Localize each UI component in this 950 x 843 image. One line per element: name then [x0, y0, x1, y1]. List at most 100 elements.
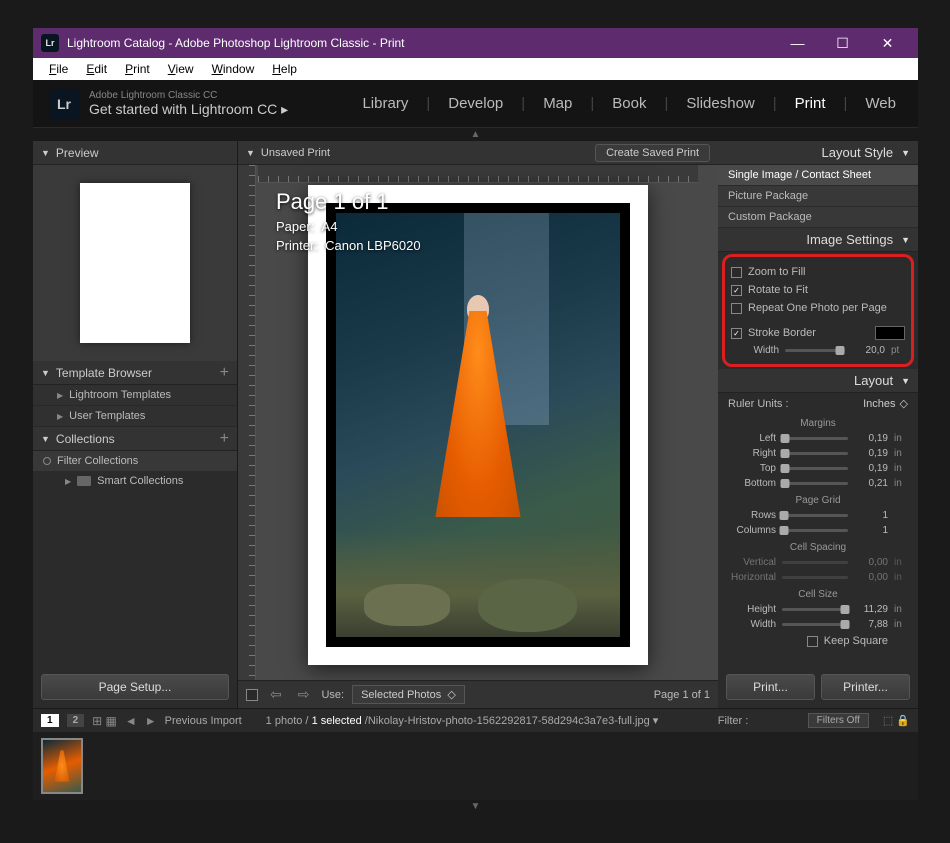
module-slideshow[interactable]: Slideshow: [680, 95, 760, 112]
right-panel: Layout Style▼ Single Image / Contact She…: [718, 141, 918, 708]
vertical-spacing-slider[interactable]: Vertical0,00in: [728, 555, 908, 570]
image-settings-header[interactable]: Image Settings▼: [718, 228, 918, 252]
layout-style-header[interactable]: Layout Style▼: [718, 141, 918, 165]
margin-left-slider[interactable]: Left0,19in: [728, 431, 908, 446]
print-page[interactable]: [308, 185, 648, 665]
layout-style-single[interactable]: Single Image / Contact Sheet: [718, 165, 918, 186]
printer-button[interactable]: Printer...: [821, 674, 910, 700]
app-icon: Lr: [41, 34, 59, 52]
rows-slider[interactable]: Rows1: [728, 508, 908, 523]
collapse-bottom-icon[interactable]: ▼: [33, 800, 918, 813]
checkbox-unchecked[interactable]: [731, 303, 742, 314]
search-icon: [43, 457, 51, 465]
stroke-width-slider[interactable]: Width 20,0 pt: [731, 343, 905, 358]
template-panel-header[interactable]: ▼ Template Browser +: [33, 361, 237, 385]
add-collection-icon[interactable]: +: [220, 430, 229, 448]
filmstrip-thumbnail[interactable]: [41, 738, 83, 794]
collections-panel-header[interactable]: ▼ Collections +: [33, 427, 237, 451]
checkbox-unchecked[interactable]: [731, 267, 742, 278]
checkbox-unchecked[interactable]: [807, 636, 818, 647]
filter-collections-input[interactable]: Filter Collections: [33, 451, 237, 471]
template-item-lightroom[interactable]: ▶Lightroom Templates: [33, 385, 237, 406]
print-canvas[interactable]: Page 1 of 1 Paper: A4 Printer: Canon LBP…: [238, 165, 718, 680]
print-button[interactable]: Print...: [726, 674, 815, 700]
prev-page-icon[interactable]: ⇦: [266, 686, 286, 703]
page-heading: Page 1 of 1: [276, 189, 421, 215]
preview-area: [33, 165, 237, 361]
layout-header[interactable]: Layout▼: [718, 369, 918, 393]
page-setup-button[interactable]: Page Setup...: [41, 674, 229, 700]
columns-slider[interactable]: Columns1: [728, 523, 908, 538]
menu-edit[interactable]: Edit: [78, 60, 115, 78]
filmstrip-source[interactable]: Previous Import: [165, 715, 242, 727]
smart-collections-item[interactable]: ▶ Smart Collections: [33, 471, 237, 491]
menu-window[interactable]: Window: [204, 60, 263, 78]
margin-bottom-slider[interactable]: Bottom0,21in: [728, 476, 908, 491]
close-button[interactable]: ✕: [865, 28, 910, 58]
module-web[interactable]: Web: [859, 95, 902, 112]
preview-page-thumbnail[interactable]: [80, 183, 190, 343]
menu-help[interactable]: Help: [264, 60, 305, 78]
layout-style-picture[interactable]: Picture Package: [718, 186, 918, 207]
ruler-units-select[interactable]: Inches ◇: [863, 397, 908, 410]
tagline[interactable]: Get started with Lightroom CC: [89, 101, 277, 117]
prev-icon[interactable]: ◄: [125, 714, 137, 728]
module-picker: Library| Develop| Map| Book| Slideshow| …: [356, 95, 902, 112]
grid-view-icon[interactable]: ⊞ ▦: [92, 714, 117, 728]
preview-panel-header[interactable]: ▼ Preview: [33, 141, 237, 165]
use-select[interactable]: Selected Photos ◇: [352, 685, 465, 704]
maximize-button[interactable]: ☐: [820, 28, 865, 58]
slider-thumb[interactable]: [836, 346, 845, 355]
keep-square-row[interactable]: Keep Square: [728, 632, 908, 650]
repeat-photo-row[interactable]: Repeat One Photo per Page: [731, 299, 905, 317]
stroke-border-row[interactable]: ✓Stroke Border: [731, 323, 905, 343]
horizontal-ruler: [258, 165, 698, 183]
rotate-to-fit-row[interactable]: ✓Rotate to Fit: [731, 281, 905, 299]
triangle-right-icon: ▶: [57, 391, 63, 400]
stroke-color-swatch[interactable]: [875, 326, 905, 340]
slider-track[interactable]: [785, 349, 845, 352]
monitor-1-badge[interactable]: 1: [41, 714, 59, 727]
cell-height-slider[interactable]: Height11,29in: [728, 602, 908, 617]
menu-print[interactable]: Print: [117, 60, 158, 78]
horizontal-spacing-slider[interactable]: Horizontal0,00in: [728, 570, 908, 585]
checkbox-checked[interactable]: ✓: [731, 328, 742, 339]
margin-right-slider[interactable]: Right0,19in: [728, 446, 908, 461]
triangle-down-icon: ▼: [41, 148, 50, 158]
module-develop[interactable]: Develop: [442, 95, 509, 112]
filter-select[interactable]: Filters Off: [808, 713, 869, 728]
checkbox-checked[interactable]: ✓: [731, 285, 742, 296]
zoom-to-fill-row[interactable]: Zoom to Fill: [731, 263, 905, 281]
select-checkbox[interactable]: [246, 689, 258, 701]
cell-width-slider[interactable]: Width7,88in: [728, 617, 908, 632]
menu-view[interactable]: View: [160, 60, 202, 78]
template-item-user[interactable]: ▶User Templates: [33, 406, 237, 427]
cell-size-title: Cell Size: [728, 585, 908, 602]
collapse-top-icon[interactable]: ▲: [33, 128, 918, 141]
menu-file[interactable]: File: [41, 60, 76, 78]
next-page-icon[interactable]: ⇨: [294, 686, 314, 703]
filter-lock-icon[interactable]: ⬚ 🔒: [883, 714, 910, 727]
doc-title: Unsaved Print: [261, 147, 330, 159]
left-panel: ▼ Preview ▼ Template Browser + ▶Lightroo…: [33, 141, 238, 708]
minimize-button[interactable]: —: [775, 28, 820, 58]
add-template-icon[interactable]: +: [220, 364, 229, 382]
triangle-down-icon: ▼: [41, 434, 50, 444]
next-icon[interactable]: ►: [145, 714, 157, 728]
module-book[interactable]: Book: [606, 95, 652, 112]
monitor-2-badge[interactable]: 2: [67, 714, 85, 727]
module-map[interactable]: Map: [537, 95, 578, 112]
template-title: Template Browser: [56, 366, 152, 380]
module-library[interactable]: Library: [356, 95, 414, 112]
center-toolbar: ⇦ ⇨ Use: Selected Photos ◇ Page 1 of 1: [238, 680, 718, 708]
stroke-width-value[interactable]: 20,0: [851, 345, 885, 356]
layout-style-custom[interactable]: Custom Package: [718, 207, 918, 228]
filmstrip[interactable]: [33, 732, 918, 800]
module-print[interactable]: Print: [789, 95, 832, 112]
collection-set-icon: [77, 476, 91, 486]
ruler-units-row[interactable]: Ruler Units : Inches ◇: [718, 393, 918, 414]
margin-top-slider[interactable]: Top0,19in: [728, 461, 908, 476]
triangle-down-icon: ▼: [901, 235, 910, 245]
create-saved-print-button[interactable]: Create Saved Print: [595, 144, 710, 162]
photo-cell[interactable]: [326, 203, 630, 647]
